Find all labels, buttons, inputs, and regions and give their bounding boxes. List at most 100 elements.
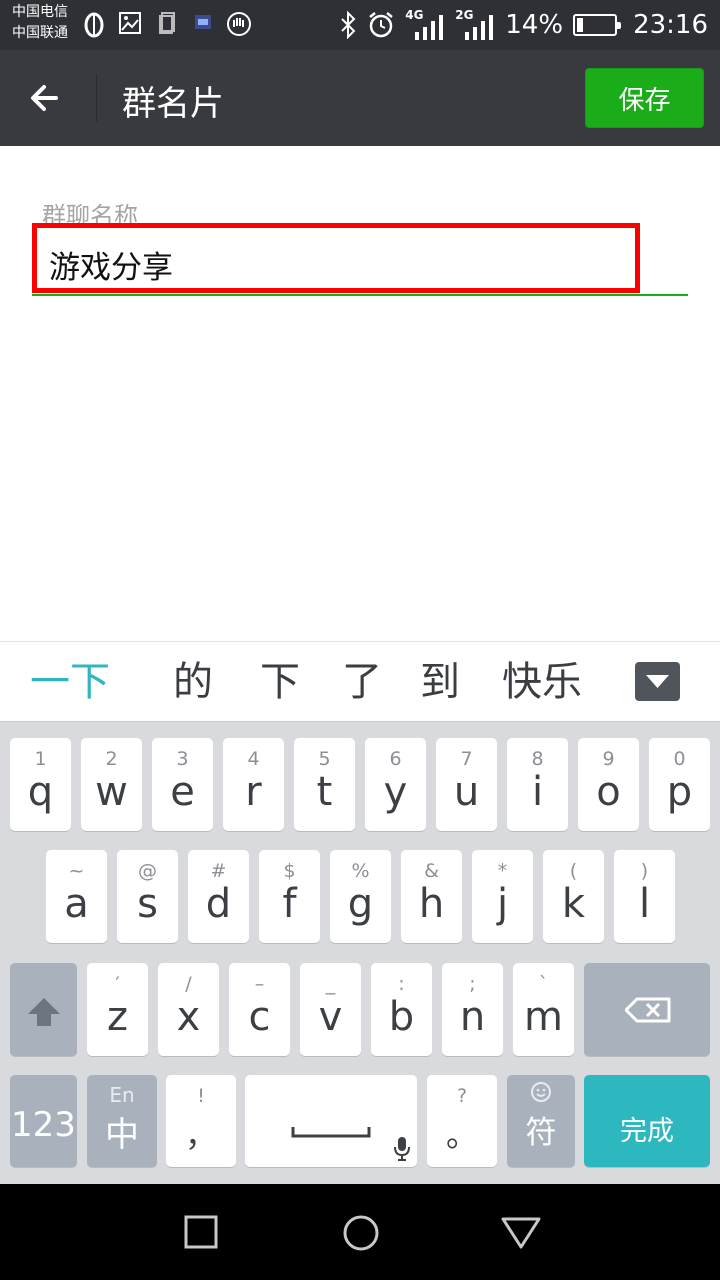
key-sub-label: ) — [640, 860, 649, 882]
key-o[interactable]: 9o — [578, 738, 639, 831]
key-k[interactable]: (k — [543, 850, 604, 943]
key-x[interactable]: / x — [158, 963, 219, 1056]
space-key[interactable] — [245, 1075, 417, 1167]
home-icon[interactable] — [342, 1214, 380, 1252]
key-y[interactable]: 6y — [365, 738, 426, 831]
navigation-bar — [0, 1184, 720, 1280]
back-arrow-icon[interactable] — [26, 76, 70, 120]
key-m[interactable]: ` m — [513, 963, 574, 1056]
key-main-label: n — [459, 994, 486, 1040]
candidate-item[interactable]: 下 — [260, 658, 300, 706]
bluetooth-icon — [341, 11, 356, 39]
key-main-label: v — [318, 994, 343, 1040]
status-right: 4G 2G 14% 23:16 — [339, 8, 708, 42]
key-q[interactable]: 1q — [10, 738, 71, 831]
number-mode-key[interactable]: 123 — [10, 1075, 77, 1167]
key-main-label: f — [282, 881, 297, 927]
battery-level — [577, 18, 584, 32]
key-u[interactable]: 7u — [436, 738, 497, 831]
key-r[interactable]: 4r — [223, 738, 284, 831]
comma-key[interactable]: ! ， — [166, 1075, 236, 1167]
done-key[interactable]: 完成 — [584, 1075, 710, 1167]
carrier-1: 中国电信 — [12, 4, 68, 20]
key-w[interactable]: 2w — [81, 738, 142, 831]
key-main-label: r — [245, 769, 262, 815]
alarm-icon — [369, 12, 394, 38]
key-i[interactable]: 8i — [507, 738, 568, 831]
expand-candidates-button[interactable] — [635, 662, 680, 701]
status-bar: 中国电信 中国联通 4G 2G 14% 23:16 — [0, 0, 720, 50]
key-sub-label: ~ — [68, 860, 85, 882]
key-main-label: z — [107, 994, 128, 1040]
key-d[interactable]: # d — [188, 850, 249, 943]
key-e[interactable]: 3e — [152, 738, 213, 831]
key-sub-label: 2 — [105, 748, 118, 770]
key-f[interactable]: $ f — [259, 850, 320, 943]
save-button[interactable]: 保存 — [585, 68, 704, 128]
input-underline — [32, 294, 688, 296]
backspace-key[interactable] — [584, 963, 710, 1056]
key-sub-label: _ — [325, 973, 336, 995]
key-sub-label: : — [398, 973, 405, 995]
back-triangle-icon[interactable] — [500, 1216, 542, 1250]
key-t[interactable]: 5t — [294, 738, 355, 831]
hand-icon — [227, 12, 251, 36]
key-b[interactable]: :b — [371, 963, 432, 1056]
carrier-labels: 中国电信 中国联通 — [12, 2, 68, 44]
key-sub-label: * — [497, 860, 508, 882]
key-sub-label: & — [424, 860, 439, 882]
key-main-label: q — [27, 769, 54, 815]
key-sub-label: % — [351, 860, 370, 882]
language-switch-key[interactable]: En 中 — [87, 1075, 157, 1167]
key-sub-label: 5 — [318, 748, 331, 770]
key-sub-label: # — [210, 860, 227, 882]
done-label: 完成 — [620, 1116, 674, 1147]
key-sub-label: / — [185, 973, 192, 995]
candidate-item[interactable]: 的 — [173, 658, 213, 706]
key-main-label: t — [316, 769, 333, 815]
key-l[interactable]: ) l — [614, 850, 675, 943]
page-title: 群名片 — [122, 84, 224, 124]
key-main-label: i — [531, 769, 544, 815]
key-main-label: j — [496, 881, 509, 927]
key-p[interactable]: 0p — [649, 738, 710, 831]
key-v[interactable]: _ v — [300, 963, 361, 1056]
key-c[interactable]: – c — [229, 963, 290, 1056]
key-s[interactable]: @ s — [117, 850, 178, 943]
key-sub-label: $ — [283, 860, 296, 882]
key-a[interactable]: ~ a — [46, 850, 107, 943]
key-g[interactable]: % g — [330, 850, 391, 943]
candidate-item[interactable]: 了 — [342, 658, 382, 706]
symbol-label: 符 — [525, 1115, 557, 1151]
candidate-item[interactable]: 快乐 — [502, 658, 582, 706]
key-z[interactable]: ′ z — [87, 963, 148, 1056]
symbol-key[interactable]: 符 — [507, 1075, 575, 1167]
key-j[interactable]: * j — [472, 850, 533, 943]
key-sub-label: 0 — [673, 748, 686, 770]
key-sub-label: 8 — [531, 748, 544, 770]
group-name-input[interactable]: 游戏分享 — [32, 223, 640, 293]
shift-key[interactable] — [10, 963, 77, 1056]
key-n[interactable]: ; n — [442, 963, 503, 1056]
key-h[interactable]: & h — [401, 850, 462, 943]
key-sub-label: @ — [138, 860, 157, 882]
recent-apps-icon[interactable] — [183, 1214, 219, 1250]
group-name-value: 游戏分享 — [49, 250, 173, 286]
space-bar-icon — [291, 1127, 371, 1138]
period-key[interactable]: ? 。 — [427, 1075, 497, 1167]
image-icon — [119, 12, 141, 34]
key-main-label: s — [137, 881, 158, 927]
candidate-item[interactable]: 到 — [420, 658, 460, 706]
candidate-bar: 一下 的 下 了 到 快乐 — [0, 641, 720, 721]
candidate-item[interactable]: 一下 — [30, 658, 110, 706]
comma-key-sub: ! — [197, 1085, 205, 1107]
battery-percent: 14% — [505, 10, 564, 40]
key-sub-label: 7 — [460, 748, 473, 770]
key-sub-label: 1 — [34, 748, 47, 770]
sync-icon — [84, 12, 104, 38]
backspace-icon — [625, 997, 671, 1023]
signal-icon — [465, 15, 494, 40]
key-main-label: y — [383, 769, 408, 815]
smiley-icon — [531, 1082, 551, 1102]
key-sub-label: 3 — [176, 748, 189, 770]
